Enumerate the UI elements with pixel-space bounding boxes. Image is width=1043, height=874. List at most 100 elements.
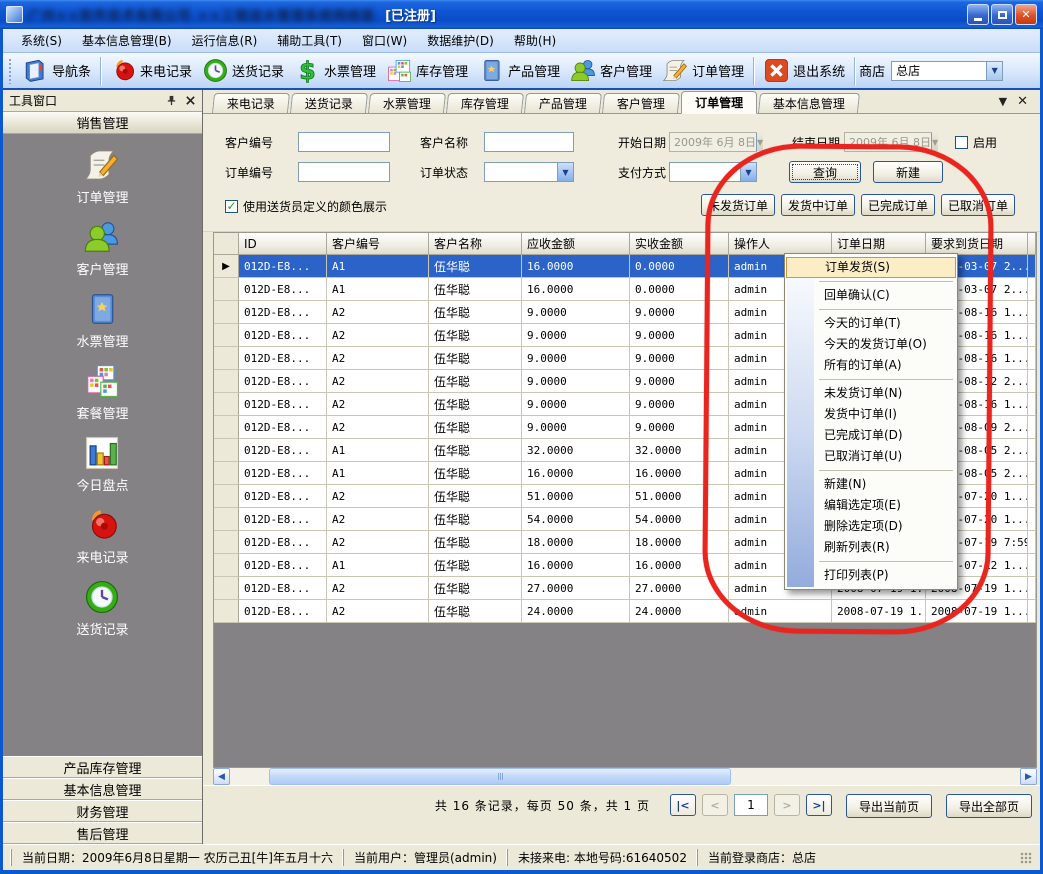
chevron-down-icon[interactable]: ▼ xyxy=(557,163,573,181)
context-menu-item[interactable] xyxy=(819,379,953,380)
toolbar-product-button[interactable]: 产品管理 xyxy=(473,55,565,87)
row-selector[interactable] xyxy=(214,301,239,324)
minimize-button[interactable] xyxy=(967,4,989,25)
tab[interactable]: 基本信息管理 xyxy=(758,93,860,113)
context-menu-item[interactable]: 今天的发货订单(O) xyxy=(786,334,956,355)
context-menu-item[interactable]: 订单发货(S) xyxy=(786,257,956,278)
context-menu-item[interactable]: 已取消订单(U) xyxy=(786,446,956,467)
context-menu-item[interactable] xyxy=(819,470,953,471)
column-header-customer-name[interactable]: 客户名称 xyxy=(429,233,522,255)
order-no-input[interactable] xyxy=(298,162,390,182)
scrollbar-thumb[interactable] xyxy=(269,768,731,785)
tab[interactable]: 订单管理 xyxy=(681,91,757,114)
row-selector[interactable] xyxy=(214,393,239,416)
menu-item[interactable]: 系统(S) xyxy=(11,29,72,53)
row-selector[interactable] xyxy=(214,554,239,577)
prev-page-button[interactable]: < xyxy=(702,794,728,816)
toolbar-exit-button[interactable]: 退出系统 xyxy=(758,55,850,87)
row-selector[interactable] xyxy=(214,324,239,347)
tab-close-icon[interactable]: ✕ xyxy=(1017,94,1028,109)
tab[interactable]: 库存管理 xyxy=(446,93,524,113)
context-menu-item[interactable]: 刷新列表(R) xyxy=(786,537,956,558)
column-header-selector[interactable] xyxy=(214,233,239,255)
row-selector[interactable] xyxy=(214,278,239,301)
context-menu-item[interactable]: 今天的订单(T) xyxy=(786,313,956,334)
toolbar-water-ticket-button[interactable]: $ 水票管理 xyxy=(289,55,381,87)
sidebar-section-sales[interactable]: 销售管理 xyxy=(3,112,202,134)
row-selector[interactable] xyxy=(214,485,239,508)
menu-item[interactable]: 运行信息(R) xyxy=(182,29,268,53)
context-menu-item[interactable]: 编辑选定项(E) xyxy=(786,495,956,516)
context-menu-item[interactable]: 新建(N) xyxy=(786,474,956,495)
tab[interactable]: 水票管理 xyxy=(368,93,446,113)
customer-no-input[interactable] xyxy=(298,132,390,152)
row-selector[interactable] xyxy=(214,347,239,370)
row-selector[interactable]: ▶ xyxy=(214,255,239,278)
context-menu-item[interactable]: 所有的订单(A) xyxy=(786,355,956,376)
toolbar-call-log-button[interactable]: 来电记录 xyxy=(105,55,197,87)
context-menu-item[interactable]: 已完成订单(D) xyxy=(786,425,956,446)
toolbar-customers-button[interactable]: 客户管理 xyxy=(565,55,657,87)
column-header-id[interactable]: ID xyxy=(239,233,327,255)
toolbar-navigator-button[interactable]: 导航条 xyxy=(17,55,96,87)
sidebar-item-combo[interactable]: 套餐管理 xyxy=(76,362,128,422)
row-selector[interactable] xyxy=(214,508,239,531)
resize-grip[interactable] xyxy=(1020,852,1032,864)
scroll-left-icon[interactable]: ◀ xyxy=(213,768,230,785)
menu-item[interactable]: 基本信息管理(B) xyxy=(72,29,182,53)
sidebar-section-button[interactable]: 售后管理 xyxy=(3,822,202,844)
maximize-button[interactable] xyxy=(991,4,1013,25)
column-header-received[interactable]: 实收金额 xyxy=(630,233,729,255)
sidebar-item-daily-check[interactable]: 今日盘点 xyxy=(76,434,128,494)
close-button[interactable]: ✕ xyxy=(1015,4,1037,25)
sidebar-item-customers[interactable]: 客户管理 xyxy=(76,218,128,278)
new-button[interactable]: 新建 xyxy=(873,161,943,183)
context-menu-item[interactable] xyxy=(819,309,953,310)
checkbox-icon[interactable] xyxy=(955,136,968,149)
chevron-down-icon[interactable]: ▼ xyxy=(986,62,1002,80)
context-menu-item[interactable]: 回单确认(C) xyxy=(786,285,956,306)
context-menu-item[interactable]: 未发货订单(N) xyxy=(786,383,956,404)
column-header-operator[interactable]: 操作人 xyxy=(729,233,832,255)
page-number-input[interactable]: 1 xyxy=(734,794,768,816)
toolbar-delivery-log-button[interactable]: 送货记录 xyxy=(197,55,289,87)
sidebar-section-button[interactable]: 产品库存管理 xyxy=(3,756,202,778)
order-status-filter-button[interactable]: 已完成订单 xyxy=(861,194,935,216)
next-page-button[interactable]: > xyxy=(774,794,800,816)
order-status-filter-button[interactable]: 未发货订单 xyxy=(701,194,775,216)
sidebar-item-delivery-log[interactable]: 送货记录 xyxy=(76,578,128,638)
enable-checkbox[interactable]: 启用 xyxy=(955,132,997,152)
menu-item[interactable]: 辅助工具(T) xyxy=(267,29,352,53)
export-all-pages-button[interactable]: 导出全部页 xyxy=(946,794,1032,818)
chevron-down-icon[interactable]: ▼ xyxy=(740,163,756,181)
toolbar-grip[interactable] xyxy=(8,58,13,84)
export-current-page-button[interactable]: 导出当前页 xyxy=(846,794,932,818)
toolbar-inventory-button[interactable]: 库存管理 xyxy=(381,55,473,87)
tab-list-chevron-icon[interactable]: ▼ xyxy=(999,95,1007,108)
customer-name-input[interactable] xyxy=(484,132,574,152)
menu-item[interactable]: 数据维护(D) xyxy=(417,29,504,53)
context-menu-item[interactable]: 发货中订单(I) xyxy=(786,404,956,425)
sidebar-item-call-log[interactable]: 来电记录 xyxy=(76,506,128,566)
column-header-order-date[interactable]: 订单日期 xyxy=(832,233,926,255)
tab[interactable]: 客户管理 xyxy=(602,93,680,113)
sidebar-item-orders[interactable]: 订单管理 xyxy=(76,146,128,206)
shop-select[interactable]: 总店 ▼ xyxy=(891,61,1003,81)
column-header-required-date[interactable]: 要求到货日期 xyxy=(926,233,1028,255)
row-selector[interactable] xyxy=(214,577,239,600)
table-row[interactable]: 012D-E8... A2 伍华聪 24.0000 24.0000 admin … xyxy=(214,600,1036,623)
pay-method-select[interactable]: ▼ xyxy=(669,162,757,182)
pin-icon[interactable] xyxy=(166,95,177,106)
start-date-picker[interactable]: 2009年 6月 8日 ▼ xyxy=(669,132,757,152)
tab[interactable]: 送货记录 xyxy=(290,93,368,113)
order-status-select[interactable]: ▼ xyxy=(484,162,574,182)
context-menu-item[interactable]: 删除选定项(D) xyxy=(786,516,956,537)
context-menu-item[interactable] xyxy=(819,561,953,562)
order-status-filter-button[interactable]: 已取消订单 xyxy=(941,194,1015,216)
horizontal-scrollbar[interactable]: ◀ ▶ xyxy=(213,768,1037,785)
checkbox-checked-icon[interactable] xyxy=(225,200,238,213)
color-display-checkbox[interactable]: 使用送货员定义的颜色展示 xyxy=(225,196,387,216)
column-header-customer-no[interactable]: 客户编号 xyxy=(327,233,429,255)
query-button[interactable]: 查询 xyxy=(789,161,861,183)
row-selector[interactable] xyxy=(214,531,239,554)
